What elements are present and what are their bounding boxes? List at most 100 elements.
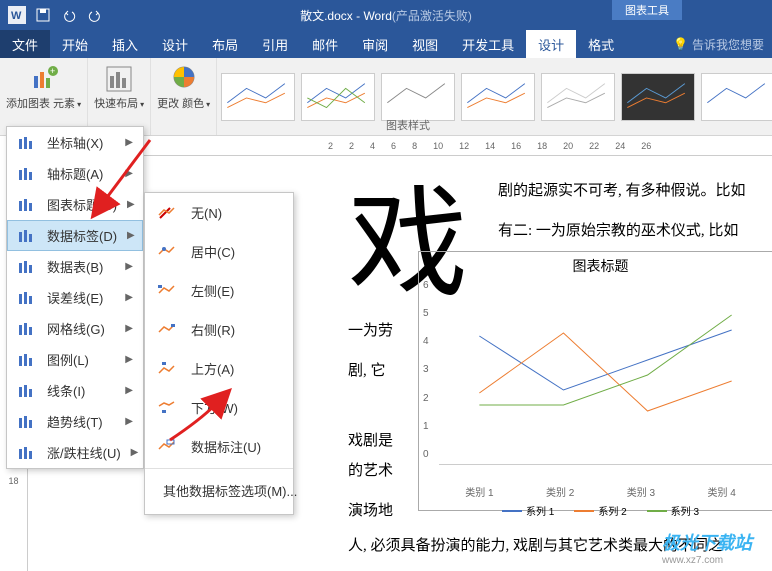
submenu-label: 下方(W) xyxy=(191,398,281,417)
style-thumb-5[interactable] xyxy=(541,73,615,121)
menu-item-axis-title[interactable]: 轴标题(A)▶ xyxy=(7,158,143,189)
submenu-item-below[interactable]: 下方(W) xyxy=(145,388,293,427)
axes-icon xyxy=(17,134,37,152)
tab-view[interactable]: 视图 xyxy=(400,30,450,58)
menu-item-chart-title[interactable]: 图表标题(C)▶ xyxy=(7,189,143,220)
menu-item-updown-bars[interactable]: 涨/跌柱线(U)▶ xyxy=(7,437,143,468)
tab-mailings[interactable]: 邮件 xyxy=(300,30,350,58)
change-colors-label: 更改 颜色 xyxy=(157,98,210,111)
style-thumb-6[interactable] xyxy=(621,73,695,121)
menu-item-error-bars[interactable]: 误差线(E)▶ xyxy=(7,282,143,313)
quick-layout-label: 快速布局 xyxy=(94,98,144,111)
chevron-right-icon: ▶ xyxy=(125,137,133,148)
menu-item-data-labels[interactable]: 数据标签(D)▶ xyxy=(7,220,143,251)
center-icon xyxy=(157,243,177,261)
undo-button[interactable] xyxy=(58,4,80,26)
window-title: 散文.docx - Word(产品激活失败) xyxy=(300,7,472,24)
change-colors-button[interactable]: 更改 颜色 xyxy=(151,58,217,135)
text-line-2: 有二: 一为原始宗教的巫术仪式, 比如 xyxy=(498,216,738,246)
lightbulb-icon: 💡 xyxy=(673,37,688,51)
tab-review[interactable]: 审阅 xyxy=(350,30,400,58)
ruler-tick: 24 xyxy=(615,141,625,151)
y-tick: 6 xyxy=(423,280,429,291)
error-bars-icon xyxy=(17,289,37,307)
y-tick: 3 xyxy=(423,364,429,375)
add-chart-element-button[interactable]: + 添加图表 元素 xyxy=(0,58,88,135)
submenu-item-callout[interactable]: 数据标注(U) xyxy=(145,427,293,466)
submenu-item-above[interactable]: 上方(A) xyxy=(145,349,293,388)
plot-area[interactable] xyxy=(439,285,772,465)
save-button[interactable] xyxy=(32,4,54,26)
chart-object[interactable]: 图表标题 6 5 4 3 2 1 0 xyxy=(418,251,772,511)
ruler-tick: 18 xyxy=(8,476,18,486)
tab-file[interactable]: 文件 xyxy=(0,30,50,58)
ruler-tick: 22 xyxy=(589,141,599,151)
tab-layout[interactable]: 布局 xyxy=(200,30,250,58)
style-thumb-7[interactable] xyxy=(701,73,772,121)
tab-references[interactable]: 引用 xyxy=(250,30,300,58)
submenu-item-left[interactable]: 左侧(E) xyxy=(145,271,293,310)
y-tick: 0 xyxy=(423,449,429,460)
submenu-item-right[interactable]: 右侧(R) xyxy=(145,310,293,349)
x-tick: 类别 1 xyxy=(465,484,493,499)
chart-legend[interactable]: 系列 1 系列 2 系列 3 xyxy=(419,499,772,522)
redo-button[interactable] xyxy=(84,4,106,26)
style-thumb-3[interactable] xyxy=(381,73,455,121)
legend-label: 系列 3 xyxy=(671,503,699,518)
legend-swatch xyxy=(647,510,667,512)
chart-title-icon xyxy=(17,196,37,214)
chart-title[interactable]: 图表标题 xyxy=(419,252,772,280)
submenu-label: 居中(C) xyxy=(191,242,281,261)
svg-text:+: + xyxy=(50,66,55,76)
context-tab-header: 图表工具 xyxy=(612,0,682,20)
menu-item-lines[interactable]: 线条(I)▶ xyxy=(7,375,143,406)
submenu-item-center[interactable]: 居中(C) xyxy=(145,232,293,271)
text-frag-3: 戏剧是 xyxy=(348,426,393,456)
gridlines-icon xyxy=(17,320,37,338)
y-tick: 5 xyxy=(423,308,429,319)
menu-item-legend[interactable]: 图例(L)▶ xyxy=(7,344,143,375)
axis-title-icon xyxy=(17,165,37,183)
left-icon xyxy=(157,282,177,300)
word-logo-icon: W xyxy=(6,4,28,26)
below-icon xyxy=(157,399,177,417)
more-data-label-options[interactable]: 其他数据标签选项(M)... xyxy=(145,471,293,510)
submenu-label: 左侧(E) xyxy=(191,281,281,300)
tab-chart-format[interactable]: 格式 xyxy=(576,30,626,58)
chevron-right-icon: ▶ xyxy=(125,261,133,272)
style-thumb-2[interactable] xyxy=(301,73,375,121)
chart-styles-gallery[interactable] xyxy=(217,58,772,135)
data-labels-submenu: 无(N) 居中(C) 左侧(E) 右侧(R) 上方(A) 下方(W) 数据标注(U) 其他数据… xyxy=(144,192,294,515)
menu-item-gridlines[interactable]: 网格线(G)▶ xyxy=(7,313,143,344)
above-icon xyxy=(157,360,177,378)
style-thumb-4[interactable] xyxy=(461,73,535,121)
legend-label: 系列 1 xyxy=(526,503,554,518)
menu-label: 趋势线(T) xyxy=(47,412,115,431)
activation-status: (产品激活失败) xyxy=(392,9,472,23)
styles-group-label: 图表样式 xyxy=(386,117,430,133)
ruler-tick: 20 xyxy=(563,141,573,151)
none-icon xyxy=(157,204,177,222)
menu-item-data-table[interactable]: 数据表(B)▶ xyxy=(7,251,143,282)
chevron-right-icon: ▶ xyxy=(125,168,133,179)
tell-me-search[interactable]: 💡 告诉我您想要 xyxy=(673,36,764,53)
menu-item-axes[interactable]: 坐标轴(X)▶ xyxy=(7,127,143,158)
titlebar: W 散文.docx - Word(产品激活失败) 图表工具 xyxy=(0,0,772,30)
chevron-right-icon: ▶ xyxy=(127,199,135,210)
ruler-tick: 2 xyxy=(328,141,333,151)
submenu-item-none[interactable]: 无(N) xyxy=(145,193,293,232)
submenu-label: 上方(A) xyxy=(191,359,281,378)
tab-design[interactable]: 设计 xyxy=(150,30,200,58)
submenu-label: 无(N) xyxy=(191,203,281,222)
style-thumb-1[interactable] xyxy=(221,73,295,121)
tab-developer[interactable]: 开发工具 xyxy=(450,30,526,58)
chevron-right-icon: ▶ xyxy=(125,292,133,303)
tab-chart-design[interactable]: 设计 xyxy=(526,30,576,58)
menu-label: 线条(I) xyxy=(47,381,115,400)
ruler-tick: 16 xyxy=(511,141,521,151)
ribbon: + 添加图表 元素 快速布局 更改 颜色 图表样式 xyxy=(0,58,772,136)
quick-layout-button[interactable]: 快速布局 xyxy=(88,58,151,135)
menu-item-trendline[interactable]: 趋势线(T)▶ xyxy=(7,406,143,437)
tab-insert[interactable]: 插入 xyxy=(100,30,150,58)
tab-home[interactable]: 开始 xyxy=(50,30,100,58)
